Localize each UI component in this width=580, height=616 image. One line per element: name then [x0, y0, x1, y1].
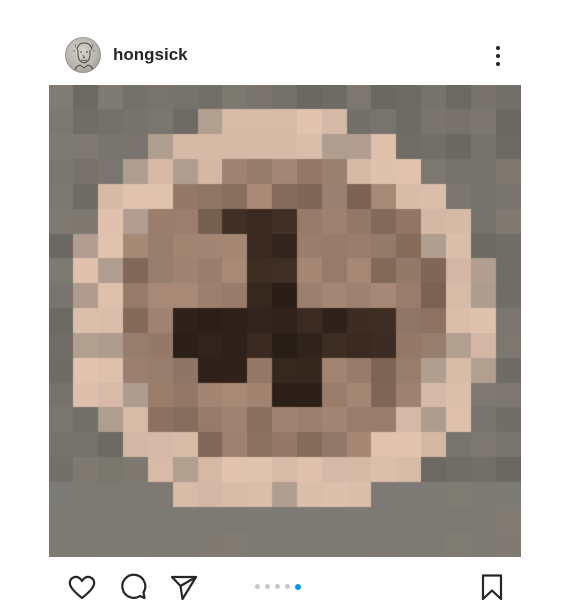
- carousel-dot: [275, 584, 280, 589]
- post-image[interactable]: [49, 85, 521, 557]
- comment-button[interactable]: [118, 572, 148, 602]
- pixelated-photo: [49, 85, 521, 557]
- username[interactable]: hongsick: [113, 45, 188, 65]
- like-button[interactable]: [67, 572, 97, 602]
- avatar[interactable]: [65, 37, 101, 73]
- carousel-dot: [285, 584, 290, 589]
- share-button[interactable]: [169, 572, 199, 602]
- heart-icon: [68, 575, 96, 600]
- sketch-portrait-avatar-icon: [72, 42, 96, 72]
- post-header: hongsick: [0, 34, 580, 78]
- vertical-ellipsis-icon: [496, 54, 500, 58]
- save-button[interactable]: [477, 572, 507, 602]
- carousel-dot: [255, 584, 260, 589]
- carousel-dot: [265, 584, 270, 589]
- post-actions-bar: [0, 566, 580, 606]
- carousel-dot-active: [295, 583, 301, 590]
- comment-icon: [121, 573, 147, 600]
- more-options-button[interactable]: [486, 42, 510, 70]
- paper-plane-icon: [170, 575, 198, 601]
- vertical-ellipsis-icon: [496, 62, 500, 66]
- bookmark-icon: [481, 574, 503, 601]
- vertical-ellipsis-icon: [496, 46, 500, 50]
